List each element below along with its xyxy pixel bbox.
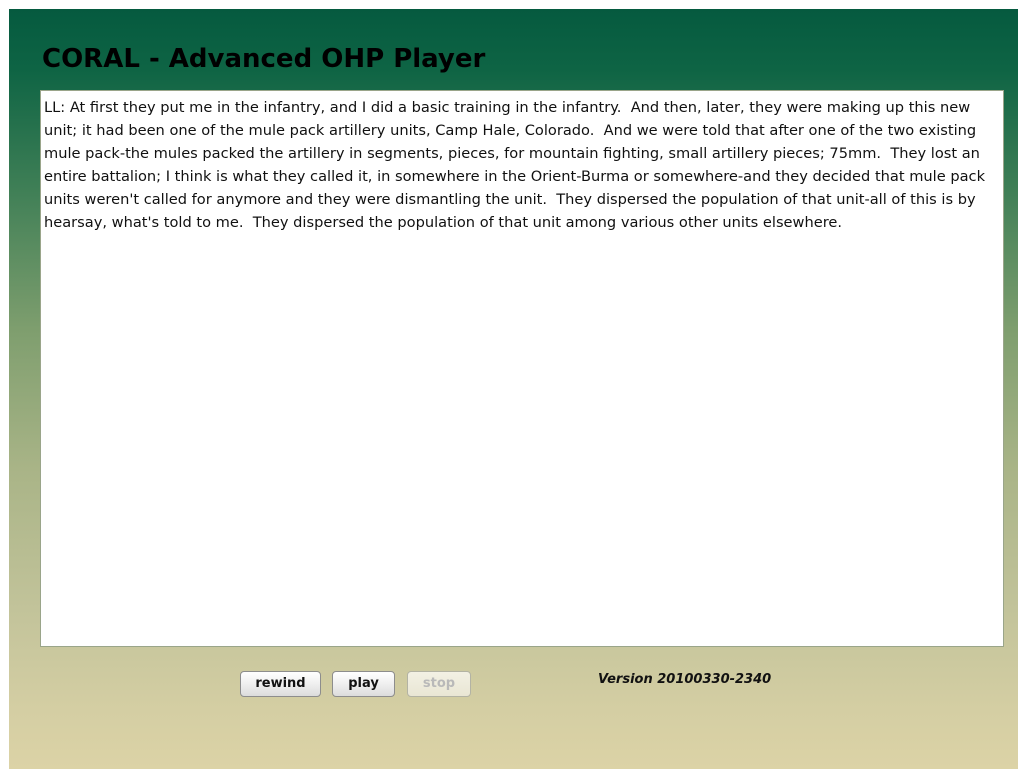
app-title: CORAL - Advanced OHP Player: [42, 44, 486, 74]
stop-button: stop: [407, 671, 471, 697]
transcript-text: LL: At first they put me in the infantry…: [44, 99, 990, 231]
play-button[interactable]: play: [332, 671, 395, 697]
rewind-button[interactable]: rewind: [240, 671, 321, 697]
player-window: CORAL - Advanced OHP Player LL: At first…: [9, 9, 1018, 769]
version-label: Version 20100330-2340: [598, 672, 772, 687]
transcript-panel[interactable]: LL: At first they put me in the infantry…: [40, 90, 1004, 647]
